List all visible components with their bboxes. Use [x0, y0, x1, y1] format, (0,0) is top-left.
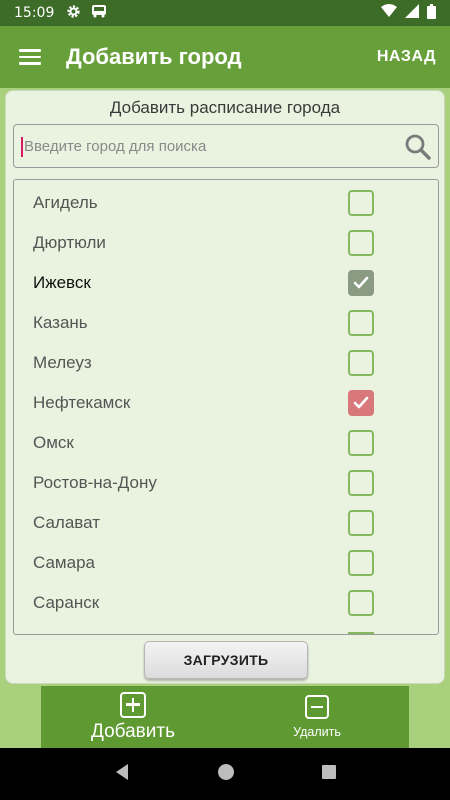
search-input[interactable]	[24, 125, 394, 167]
city-name: Саранск	[33, 593, 100, 612]
gear-icon	[66, 4, 81, 23]
city-name: Мелеуз	[33, 353, 92, 372]
city-checkbox[interactable]	[348, 310, 374, 336]
list-item[interactable]: Нефтекамск	[14, 383, 438, 423]
city-checkbox[interactable]	[348, 350, 374, 376]
wifi-icon	[381, 4, 397, 22]
list-item[interactable]: Салават	[14, 503, 438, 543]
nav-remove-label: Удалить	[293, 725, 341, 739]
list-item[interactable]: Ижевск	[14, 263, 438, 303]
menu-button[interactable]	[0, 26, 60, 88]
city-checkbox[interactable]	[348, 510, 374, 536]
recents-square-icon[interactable]	[321, 764, 337, 785]
bottom-navigation: Добавить Удалить	[41, 686, 409, 748]
city-name: Омск	[33, 433, 74, 452]
check-icon	[353, 396, 369, 409]
city-checkbox[interactable]	[348, 430, 374, 456]
signal-icon	[405, 4, 419, 22]
card-title: Добавить расписание города	[109, 98, 341, 117]
hamburger-icon	[19, 49, 41, 65]
search-field[interactable]	[13, 124, 439, 168]
bus-icon	[91, 4, 107, 22]
system-navigation-bar	[0, 748, 450, 800]
city-name: Агидель	[33, 193, 98, 212]
list-item[interactable]: Омск	[14, 423, 438, 463]
app-bar: Добавить город НАЗАД	[0, 26, 450, 88]
status-time: 15:09	[14, 5, 55, 21]
home-circle-icon[interactable]	[217, 763, 235, 786]
nav-add-label: Добавить	[91, 720, 175, 742]
page-title: Добавить город	[66, 44, 242, 69]
battery-icon	[427, 3, 436, 23]
city-list[interactable]: Агидель Дюртюли Ижевск Казань Мелеуз Неф…	[13, 179, 439, 635]
city-name: Нефтекамск	[33, 393, 131, 412]
list-item[interactable]: Мелеуз	[14, 343, 438, 383]
load-button[interactable]: ЗАГРУЗИТЬ	[144, 641, 308, 679]
check-icon	[353, 276, 369, 289]
add-city-card: Добавить расписание города Агидель Дюртю…	[5, 90, 445, 684]
city-name: Дюртюли	[33, 233, 106, 252]
remove-box-icon	[305, 695, 329, 719]
nav-add-button[interactable]: Добавить	[41, 686, 225, 748]
list-item[interactable]: Ростов-на-Дону	[14, 463, 438, 503]
city-name: Ростов-на-Дону	[33, 473, 157, 492]
list-item[interactable]: Дюртюли	[14, 223, 438, 263]
city-checkbox[interactable]	[348, 550, 374, 576]
city-checkbox[interactable]	[348, 190, 374, 216]
list-item[interactable]: Казань	[14, 303, 438, 343]
city-name: Ижевск	[33, 273, 91, 292]
list-item[interactable]: Агидель	[14, 183, 438, 223]
nav-remove-button[interactable]: Удалить	[225, 686, 409, 748]
text-cursor	[21, 137, 23, 157]
city-checkbox[interactable]	[348, 590, 374, 616]
next-checkbox-edge	[348, 632, 374, 634]
list-item[interactable]: Саранск	[14, 583, 438, 623]
city-checkbox[interactable]	[348, 230, 374, 256]
add-box-icon	[120, 691, 146, 718]
city-name: Салават	[33, 513, 101, 532]
city-checkbox[interactable]	[348, 470, 374, 496]
back-button[interactable]: НАЗАД	[377, 48, 436, 66]
city-checkbox[interactable]	[348, 390, 374, 416]
list-item[interactable]: Самара	[14, 543, 438, 583]
city-checkbox[interactable]	[348, 270, 374, 296]
city-name: Самара	[33, 553, 95, 572]
back-triangle-icon[interactable]	[113, 763, 131, 786]
city-name: Казань	[33, 313, 88, 332]
status-bar: 15:09	[0, 0, 450, 26]
search-icon[interactable]	[404, 133, 432, 161]
